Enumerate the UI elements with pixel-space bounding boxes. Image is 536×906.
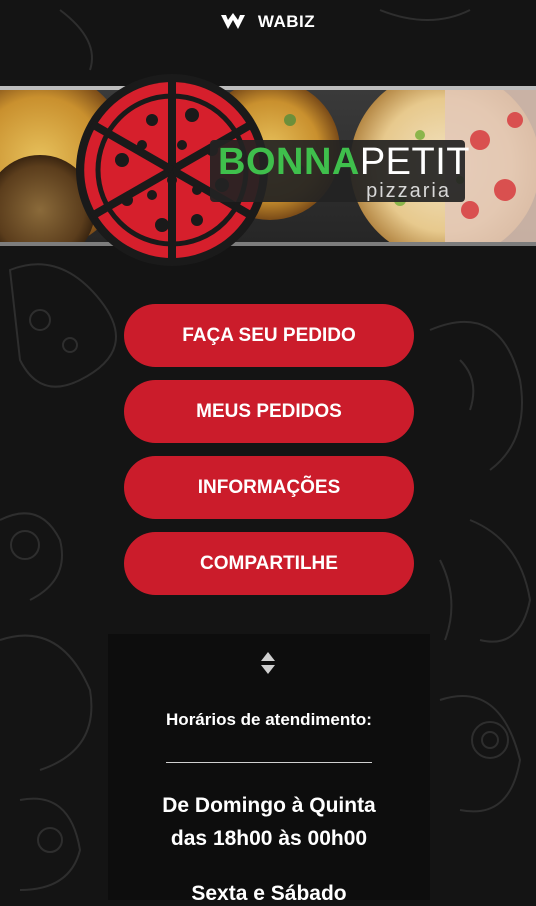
share-button[interactable]: COMPARTILHE — [124, 532, 414, 595]
brand-name-plate: BONNAPETIT pizzaria — [210, 140, 470, 202]
brand-name-petit: PETIT — [359, 141, 471, 183]
opening-hours-panel: Horários de atendimento: De Domingo à Qu… — [108, 634, 430, 905]
schedule-days-2: Sexta e Sábado — [191, 882, 347, 905]
brand-name-bonna: BONNA — [218, 141, 360, 183]
opening-hours-title: Horários de atendimento: — [166, 710, 372, 729]
divider — [166, 762, 372, 763]
brand-name: BONNAPETIT — [218, 142, 470, 182]
schedule-hours-1: das 18h00 às 00h00 — [170, 827, 368, 850]
sort-arrows-icon[interactable] — [258, 650, 278, 676]
wabiz-mark-icon — [220, 13, 245, 29]
schedule-days-1: De Domingo à Quinta — [162, 794, 376, 817]
place-order-button[interactable]: FAÇA SEU PEDIDO — [124, 304, 414, 367]
my-orders-button[interactable]: MEUS PEDIDOS — [124, 380, 414, 443]
header-banner: BONNAPETIT pizzaria — [0, 74, 536, 266]
information-button[interactable]: INFORMAÇÕES — [124, 456, 414, 519]
main-menu: FAÇA SEU PEDIDO MEUS PEDIDOS INFORMAÇÕES… — [124, 304, 414, 608]
wabiz-logo-text: WABIZ — [257, 12, 316, 31]
brand-subtitle: pizzaria — [366, 180, 451, 202]
wabiz-logo: WABIZ — [220, 12, 316, 32]
top-bar: WABIZ — [0, 0, 536, 44]
